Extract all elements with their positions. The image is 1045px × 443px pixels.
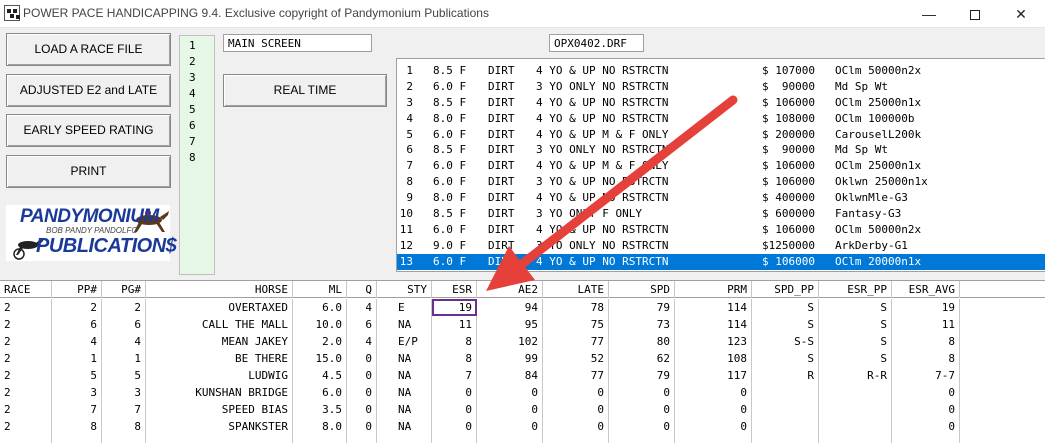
- annotation-arrow-icon: [486, 95, 738, 291]
